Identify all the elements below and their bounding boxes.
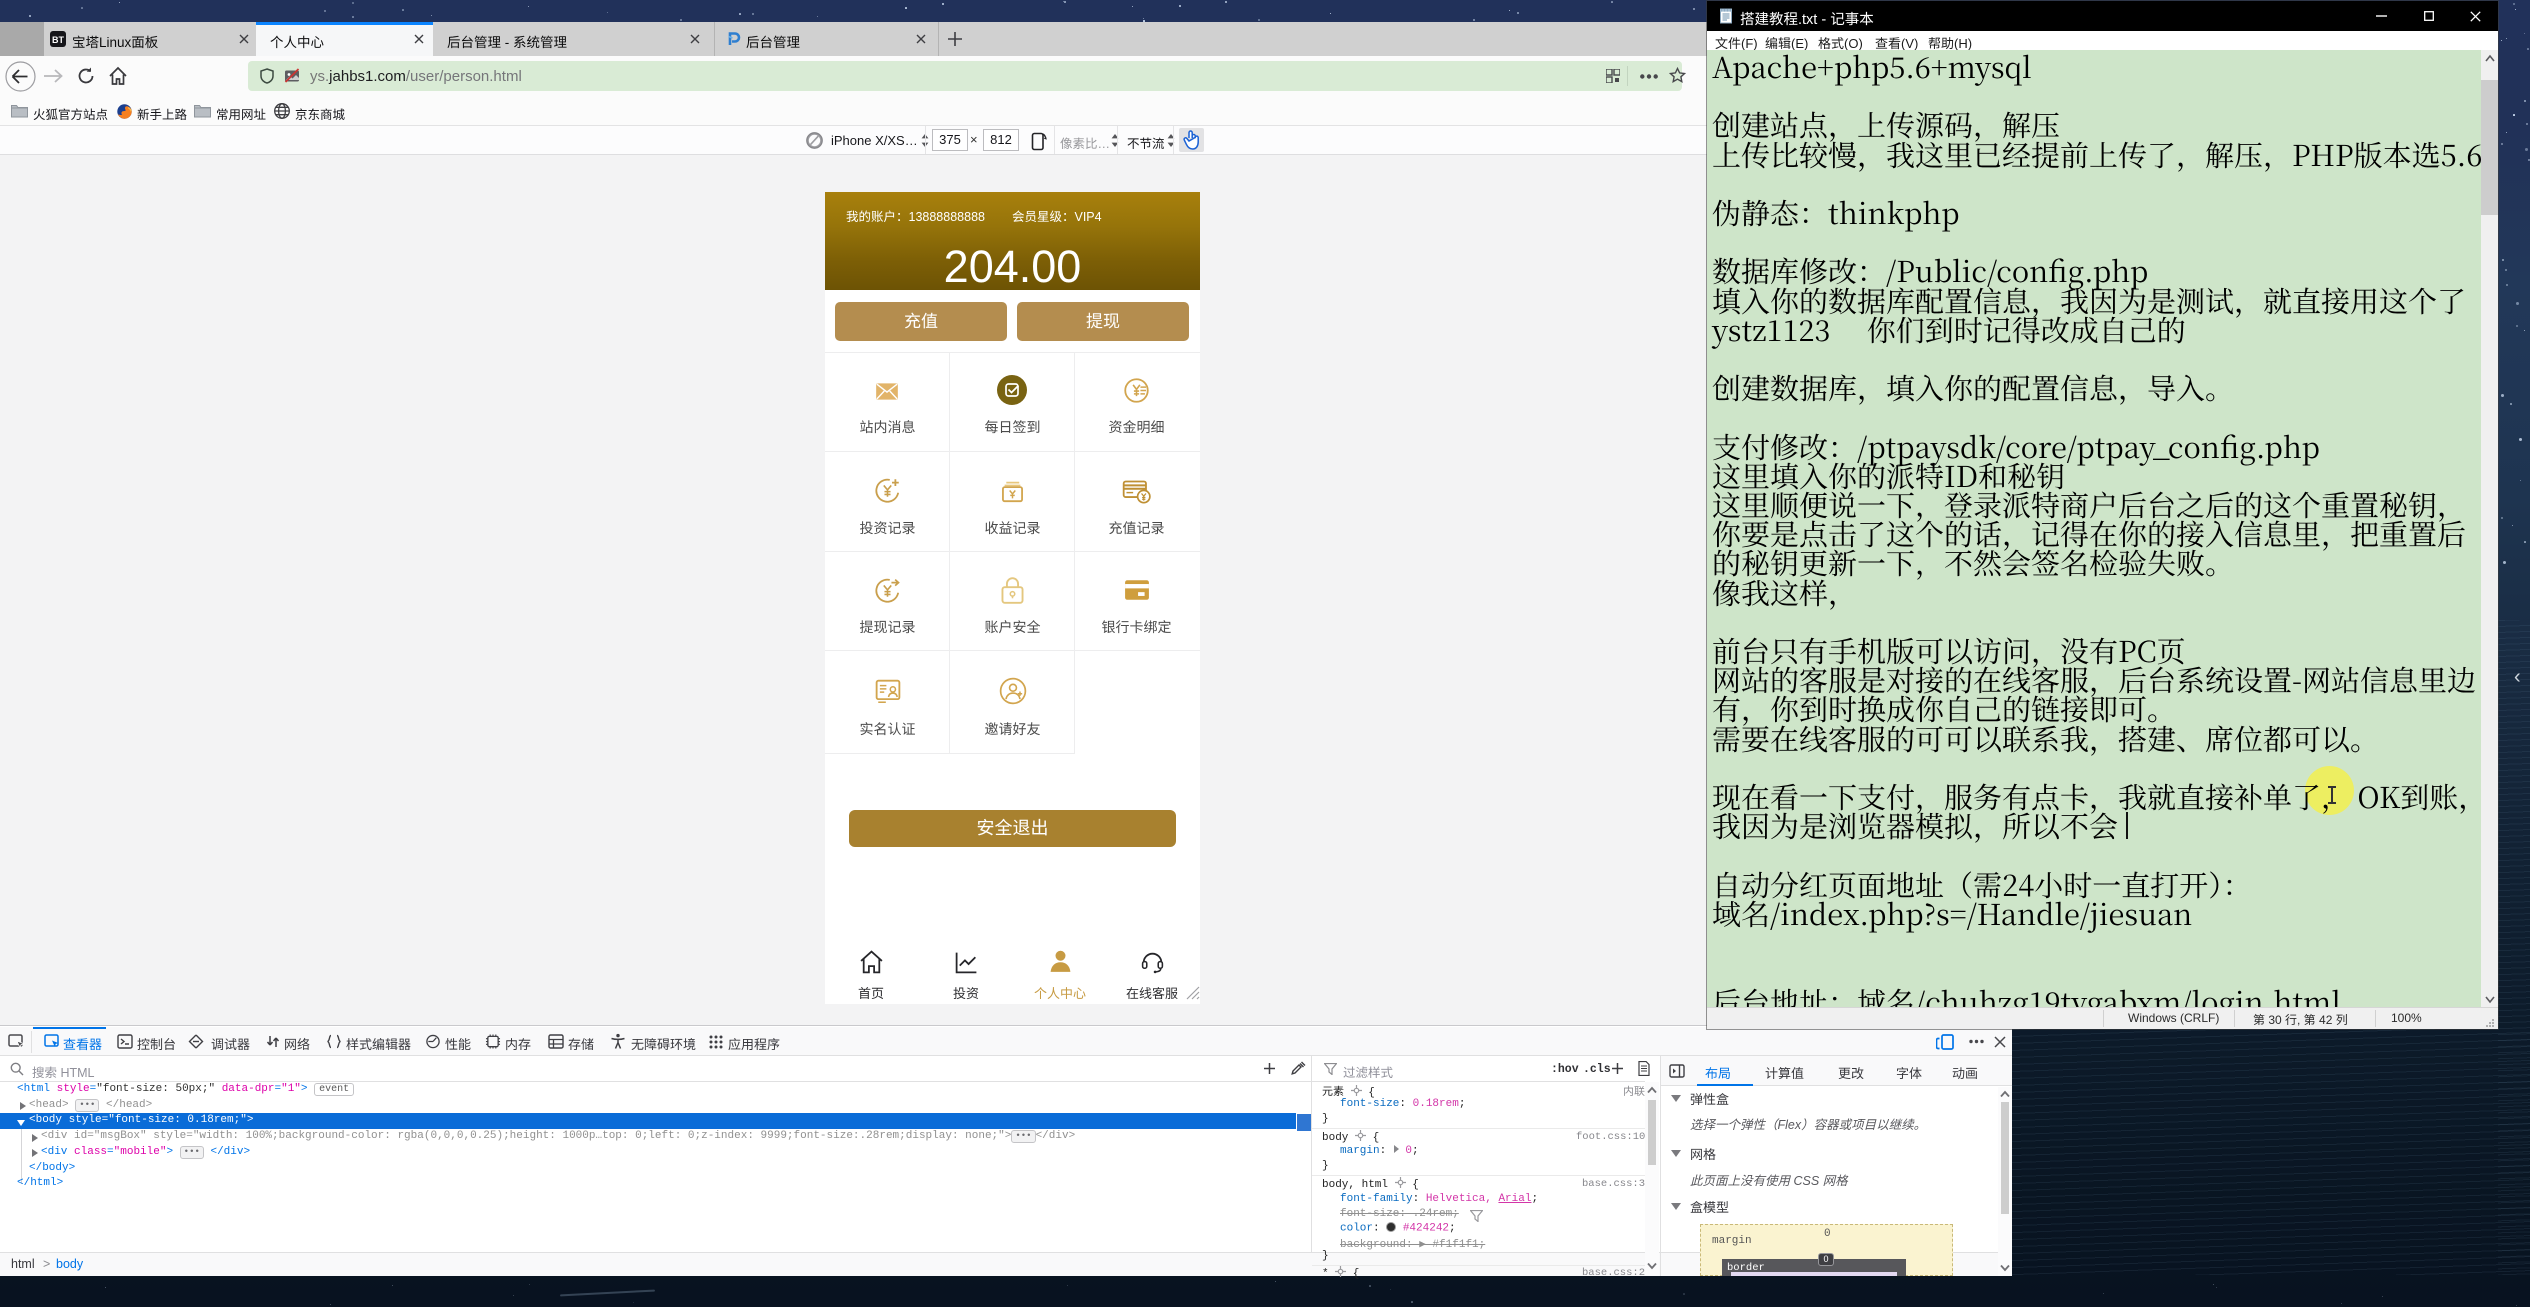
svg-text:BT: BT bbox=[52, 35, 64, 45]
